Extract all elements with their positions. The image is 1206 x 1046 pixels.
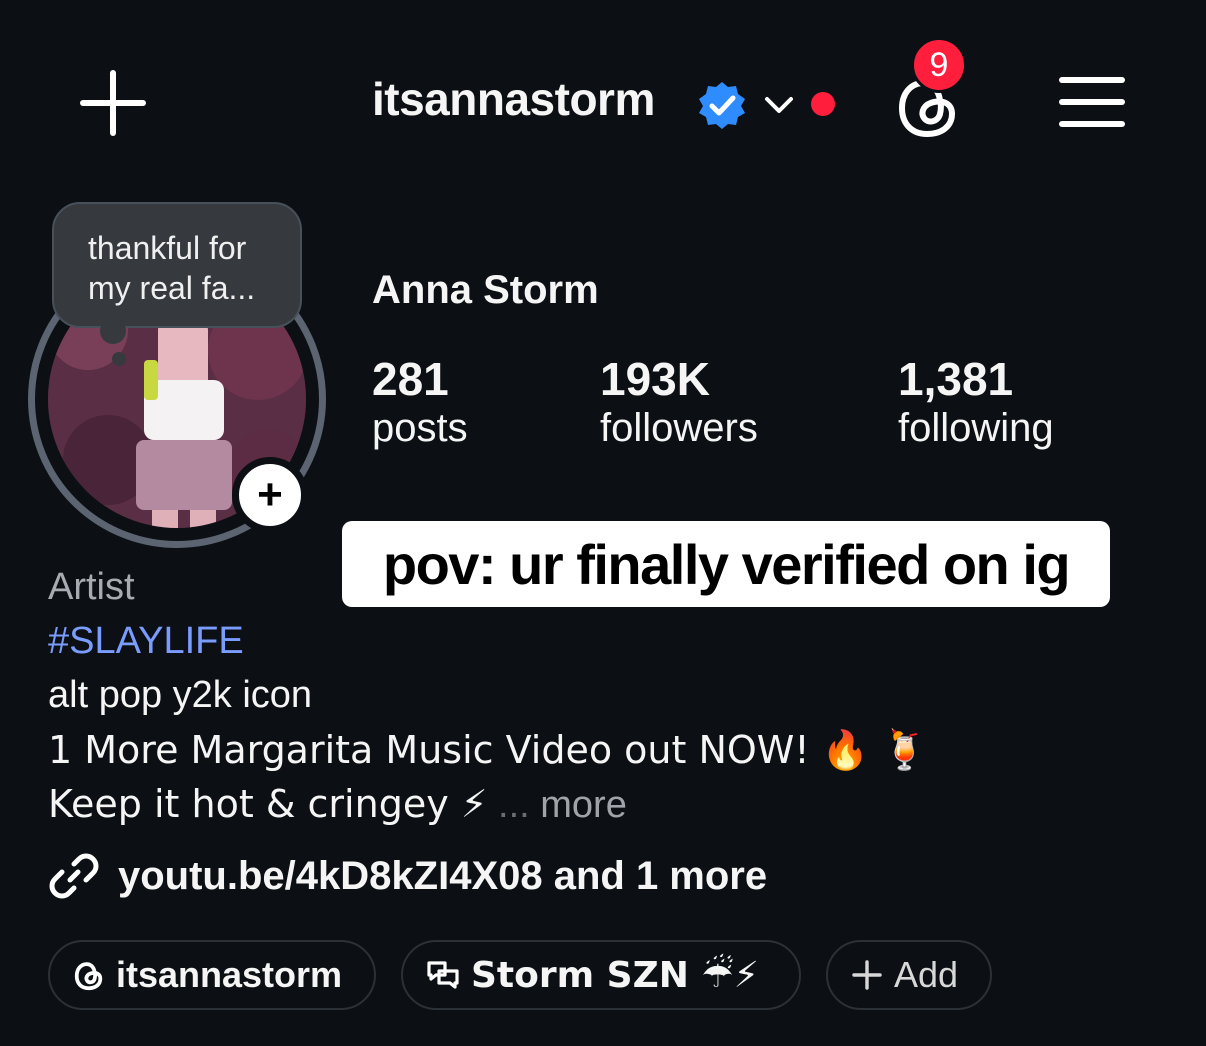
- profile-username[interactable]: itsannastorm: [372, 72, 655, 126]
- bio-line-text: Keep it hot & cringey ⚡: [48, 782, 488, 826]
- stat-label: followers: [600, 406, 758, 450]
- add-story-button[interactable]: +: [232, 457, 308, 533]
- add-link-chip[interactable]: Add: [826, 940, 992, 1010]
- note-text: thankful for my real fa...: [88, 230, 256, 306]
- link-text: youtu.be/4kD8kZI4X08 and 1 more: [118, 853, 768, 898]
- note-bubble-tail: [100, 318, 126, 344]
- chip-label: Storm SZN ☔⚡: [471, 954, 759, 996]
- stat-value: 281: [372, 353, 449, 405]
- stat-value: 193K: [600, 353, 710, 405]
- full-name: Anna Storm: [372, 268, 599, 312]
- link-icon: [49, 853, 99, 899]
- menu-icon[interactable]: [1056, 72, 1128, 132]
- create-new-icon[interactable]: [78, 68, 148, 138]
- threads-profile-chip[interactable]: itsannastorm: [48, 940, 376, 1010]
- bio-line: alt pop y2k icon: [48, 674, 313, 716]
- bio-line-last: Keep it hot & cringey ⚡ ... more: [48, 782, 627, 827]
- note-bubble-tail-small: [112, 352, 126, 366]
- chat-icon: [427, 961, 459, 989]
- bio-line: 1 More Margarita Music Video out NOW! 🔥 …: [48, 728, 929, 772]
- bio-link[interactable]: youtu.be/4kD8kZI4X08 and 1 more: [48, 850, 767, 902]
- stat-followers[interactable]: 193K followers: [600, 352, 758, 451]
- profile-category: Artist: [48, 566, 135, 608]
- profile-note[interactable]: thankful for my real fa...: [52, 202, 302, 328]
- stat-label: following: [898, 406, 1054, 450]
- chevron-down-icon[interactable]: [762, 88, 796, 122]
- channel-chip[interactable]: Storm SZN ☔⚡: [401, 940, 801, 1010]
- account-alert-dot: [811, 92, 835, 116]
- chip-label: Add: [894, 954, 959, 995]
- bio-ellipsis: ...: [498, 784, 530, 826]
- chip-label: itsannastorm: [116, 954, 343, 995]
- bio-more-link[interactable]: more: [540, 784, 627, 826]
- stat-value: 1,381: [898, 353, 1014, 405]
- notification-badge: 9: [911, 37, 967, 93]
- bio-hashtag[interactable]: #SLAYLIFE: [48, 620, 244, 663]
- stat-following[interactable]: 1,381 following: [898, 352, 1054, 451]
- stat-posts[interactable]: 281 posts: [372, 352, 468, 451]
- verified-badge-icon: [699, 82, 745, 129]
- plus-icon: [852, 960, 882, 990]
- threads-icon: [74, 962, 103, 991]
- stat-label: posts: [372, 406, 468, 450]
- overlay-caption: pov: ur finally verified on ig: [342, 521, 1110, 607]
